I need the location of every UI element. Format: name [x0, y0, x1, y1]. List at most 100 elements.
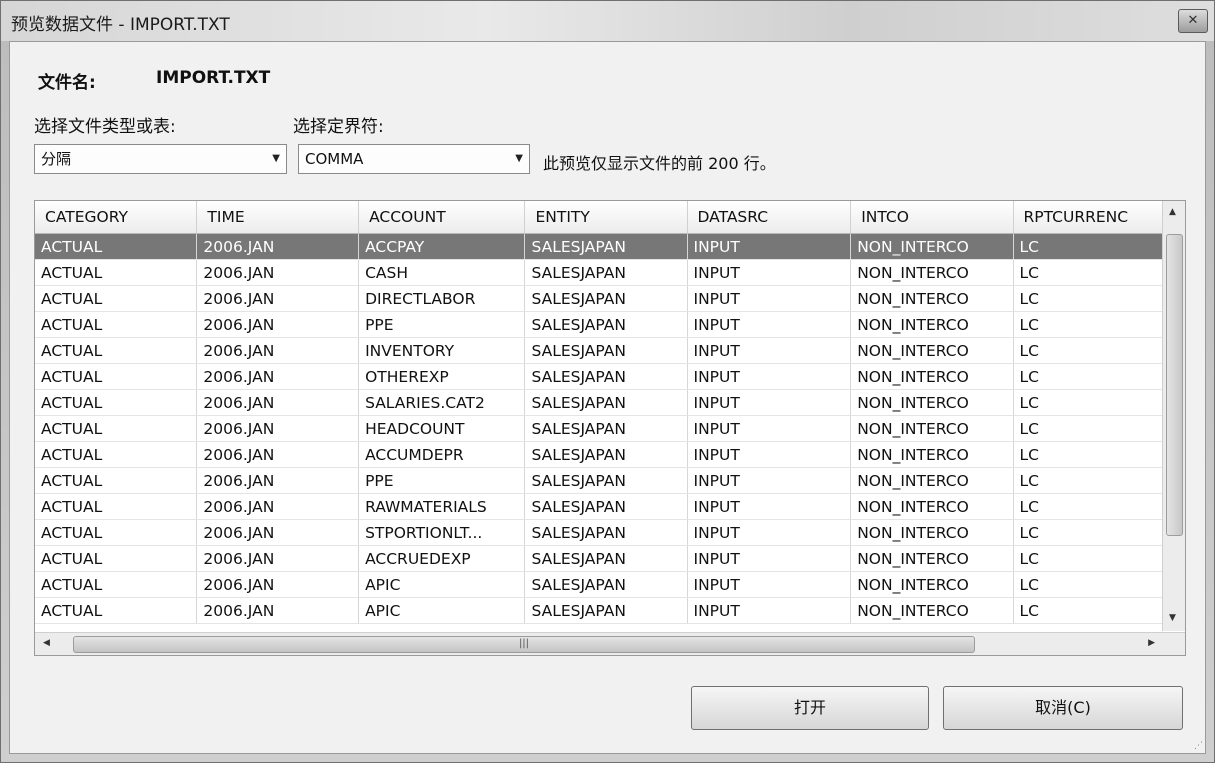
- column-header[interactable]: ENTITY: [524, 201, 688, 234]
- file-name-label: 文件名:: [38, 73, 96, 93]
- table-cell: LC: [1013, 259, 1163, 286]
- table-row[interactable]: ACTUAL 2006.JAN ACCPAY SALESJAPAN INPUT NON_I…: [35, 233, 1163, 260]
- table-cell: SALESJAPAN: [524, 597, 688, 624]
- table-cell: LC: [1013, 493, 1163, 520]
- resize-grip-icon[interactable]: ⋰: [1194, 741, 1203, 751]
- table-row[interactable]: ACTUAL 2006.JAN DIRECTLABOR SALESJAPAN INPUT…: [35, 285, 1163, 312]
- dialog-body: 文件名: IMPORT.TXT 选择文件类型或表: 选择定界符: 分隔 ▼ CO…: [9, 41, 1206, 754]
- table-cell: OTHEREXP: [358, 363, 526, 390]
- table-cell: INPUT: [687, 597, 852, 624]
- table-cell: NON_INTERCO: [850, 389, 1014, 416]
- close-button[interactable]: ✕: [1178, 9, 1208, 33]
- table-cell: RAWMATERIALS: [358, 493, 526, 520]
- table-cell: 2006.JAN: [196, 363, 360, 390]
- table-row[interactable]: ACTUAL 2006.JAN RAWMATERIALS SALESJAPAN INPU…: [35, 493, 1163, 520]
- table-cell: LC: [1013, 337, 1163, 364]
- table-row[interactable]: ACTUAL 2006.JAN HEADCOUNT SALESJAPAN INPUT NO…: [35, 415, 1163, 442]
- table-cell: 2006.JAN: [196, 415, 360, 442]
- table-row[interactable]: ACTUAL 2006.JAN ACCRUEDEXP SALESJAPAN INPUT N…: [35, 545, 1163, 572]
- table-row[interactable]: ACTUAL 2006.JAN PPE SALESJAPAN INPUT NON_INTE…: [35, 467, 1163, 494]
- title-bar[interactable]: 预览数据文件 - IMPORT.TXT ✕: [1, 1, 1214, 41]
- table-cell: SALESJAPAN: [524, 415, 688, 442]
- data-table: CATEGORY TIME ACCOUNT ENTITY DATASRC INT…: [35, 201, 1163, 624]
- table-cell: NON_INTERCO: [850, 259, 1014, 286]
- table-cell: 2006.JAN: [196, 597, 360, 624]
- column-header[interactable]: CATEGORY: [35, 201, 198, 234]
- table-cell: LC: [1013, 467, 1163, 494]
- table-cell: NON_INTERCO: [850, 493, 1014, 520]
- open-button[interactable]: 打开: [691, 686, 929, 730]
- triangle-right-icon[interactable]: ▶: [1148, 638, 1155, 648]
- table-cell: 2006.JAN: [196, 233, 360, 260]
- triangle-up-icon[interactable]: ▲: [1169, 207, 1176, 217]
- table-cell: INPUT: [687, 259, 852, 286]
- vertical-scrollbar[interactable]: ▲ ▼: [1162, 201, 1185, 631]
- table-cell: LC: [1013, 571, 1163, 598]
- column-header[interactable]: TIME: [196, 201, 360, 234]
- vertical-scroll-thumb[interactable]: [1166, 234, 1183, 536]
- column-header[interactable]: ACCOUNT: [358, 201, 526, 234]
- column-header[interactable]: DATASRC: [687, 201, 852, 234]
- column-header[interactable]: RPTCURRENC: [1013, 201, 1163, 234]
- table-cell: LC: [1013, 441, 1163, 468]
- table-cell: NON_INTERCO: [850, 441, 1014, 468]
- table-cell: INPUT: [687, 233, 852, 260]
- table-cell: SALESJAPAN: [524, 493, 688, 520]
- triangle-down-icon[interactable]: ▼: [1169, 613, 1176, 623]
- table-cell: 2006.JAN: [196, 545, 360, 572]
- table-cell: INPUT: [687, 545, 852, 572]
- horizontal-scroll-thumb[interactable]: |||: [73, 636, 975, 653]
- file-name-value: IMPORT.TXT: [156, 68, 271, 88]
- column-header[interactable]: INTCO: [850, 201, 1014, 234]
- table-row[interactable]: ACTUAL 2006.JAN APIC SALESJAPAN INPUT NON_INT…: [35, 571, 1163, 598]
- table-cell: NON_INTERCO: [850, 519, 1014, 546]
- table-cell: PPE: [358, 311, 526, 338]
- table-cell: ACTUAL: [35, 441, 198, 468]
- file-type-value: 分隔: [41, 150, 72, 168]
- table-row[interactable]: ACTUAL 2006.JAN SALARIES.CAT2 SALESJAPAN INP…: [35, 389, 1163, 416]
- table-row[interactable]: ACTUAL 2006.JAN ACCUMDEPR SALESJAPAN INPUT NO…: [35, 441, 1163, 468]
- file-type-select[interactable]: 分隔 ▼: [34, 144, 287, 174]
- horizontal-scrollbar[interactable]: ◀ ||| ▶: [35, 632, 1185, 655]
- table-cell: SALESJAPAN: [524, 389, 688, 416]
- table-row[interactable]: ACTUAL 2006.JAN APIC SALESJAPAN INPUT NON_INT…: [35, 597, 1163, 624]
- table-cell: 2006.JAN: [196, 467, 360, 494]
- table-cell: INPUT: [687, 493, 852, 520]
- table-cell: ACTUAL: [35, 233, 198, 260]
- table-cell: SALESJAPAN: [524, 467, 688, 494]
- table-cell: INPUT: [687, 571, 852, 598]
- table-row[interactable]: ACTUAL 2006.JAN STPORTIONLT... SALESJAPAN IN…: [35, 519, 1163, 546]
- table-cell: NON_INTERCO: [850, 285, 1014, 312]
- table-cell: SALESJAPAN: [524, 285, 688, 312]
- table-cell: LC: [1013, 519, 1163, 546]
- table-cell: ACTUAL: [35, 363, 198, 390]
- table-cell: INVENTORY: [358, 337, 526, 364]
- table-cell: INPUT: [687, 337, 852, 364]
- data-preview-grid: CATEGORY TIME ACCOUNT ENTITY DATASRC INT…: [34, 200, 1186, 656]
- table-cell: ACTUAL: [35, 415, 198, 442]
- table-body: ACTUAL 2006.JAN ACCPAY SALESJAPAN INPUT NON_I…: [35, 233, 1163, 624]
- table-cell: ACTUAL: [35, 337, 198, 364]
- table-cell: 2006.JAN: [196, 285, 360, 312]
- table-row[interactable]: ACTUAL 2006.JAN INVENTORY SALESJAPAN INPUT NO…: [35, 337, 1163, 364]
- triangle-left-icon[interactable]: ◀: [43, 638, 50, 648]
- delimiter-value: COMMA: [305, 150, 364, 168]
- cancel-button[interactable]: 取消(C): [943, 686, 1183, 730]
- table-cell: 2006.JAN: [196, 441, 360, 468]
- table-cell: NON_INTERCO: [850, 311, 1014, 338]
- table-row[interactable]: ACTUAL 2006.JAN CASH SALESJAPAN INPUT NON_INT…: [35, 259, 1163, 286]
- table-row[interactable]: ACTUAL 2006.JAN PPE SALESJAPAN INPUT NON_INTE…: [35, 311, 1163, 338]
- table-cell: NON_INTERCO: [850, 545, 1014, 572]
- table-cell: NON_INTERCO: [850, 597, 1014, 624]
- header-row: CATEGORY TIME ACCOUNT ENTITY DATASRC INT…: [35, 201, 1163, 234]
- table-cell: SALARIES.CAT2: [358, 389, 526, 416]
- table-cell: SALESJAPAN: [524, 571, 688, 598]
- table-cell: LC: [1013, 285, 1163, 312]
- table-cell: ACCUMDEPR: [358, 441, 526, 468]
- table-cell: ACTUAL: [35, 545, 198, 572]
- grid-viewport: CATEGORY TIME ACCOUNT ENTITY DATASRC INT…: [35, 201, 1163, 631]
- table-cell: SALESJAPAN: [524, 311, 688, 338]
- table-row[interactable]: ACTUAL 2006.JAN OTHEREXP SALESJAPAN INPUT NON…: [35, 363, 1163, 390]
- table-cell: SALESJAPAN: [524, 441, 688, 468]
- delimiter-select[interactable]: COMMA ▼: [298, 144, 530, 174]
